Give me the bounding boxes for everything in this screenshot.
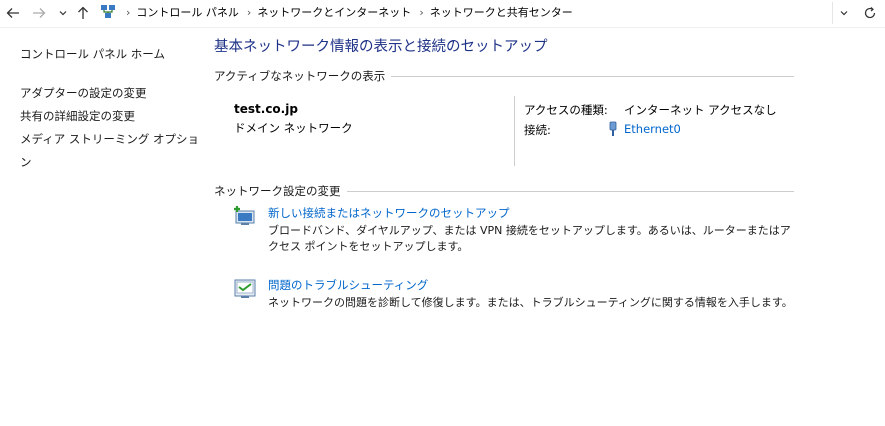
address-dropdown-button[interactable]: [832, 2, 855, 24]
address-bar: › コントロール パネル › ネットワークとインターネット › ネットワークと共…: [0, 0, 885, 28]
refresh-button[interactable]: [858, 2, 882, 24]
breadcrumb-sharing-center[interactable]: ネットワークと共有センター: [430, 4, 573, 20]
connection-link-ethernet0[interactable]: Ethernet0: [624, 122, 681, 136]
back-button[interactable]: [4, 3, 22, 23]
sidebar-item-advanced-sharing[interactable]: 共有の詳細設定の変更: [20, 105, 205, 128]
connection-label: 接続:: [524, 123, 551, 137]
page-title: 基本ネットワーク情報の表示と接続のセットアップ: [214, 39, 548, 55]
sidebar-item-adapter-settings[interactable]: アダプターの設定の変更: [20, 82, 205, 105]
new-connection-icon: [234, 206, 255, 225]
arrow-right-icon: [33, 8, 46, 18]
breadcrumb-separator: ›: [246, 5, 252, 19]
troubleshoot-icon: [234, 279, 256, 298]
ethernet-icon: [609, 121, 617, 136]
network-name: test.co.jp: [234, 102, 298, 116]
arrow-up-icon: [78, 6, 88, 19]
refresh-icon: [864, 7, 876, 19]
breadcrumb-separator: ›: [126, 5, 131, 19]
recent-locations-button[interactable]: [56, 3, 70, 23]
network-type: ドメイン ネットワーク: [234, 121, 353, 135]
breadcrumb-separator: ›: [419, 5, 424, 19]
chevron-down-icon: [59, 11, 67, 16]
vertical-divider: [514, 96, 515, 166]
main-content: 基本ネットワーク情報の表示と接続のセットアップ アクティブなネットワークの表示 …: [214, 36, 794, 343]
chevron-down-icon: [840, 11, 848, 16]
access-type-label: アクセスの種類:: [524, 103, 608, 117]
task-new-connection: 新しい接続またはネットワークのセットアップ ブロードバンド、ダイヤルアップ、また…: [214, 203, 794, 275]
section-header-network-settings: ネットワーク設定の変更: [214, 183, 794, 199]
active-network-panel: test.co.jp ドメイン ネットワーク アクセスの種類: インターネット …: [214, 84, 794, 179]
sidebar: コントロール パネル ホーム アダプターの設定の変更 共有の詳細設定の変更 メデ…: [20, 46, 205, 169]
breadcrumb-network-internet[interactable]: ネットワークとインターネット: [257, 4, 411, 20]
network-center-icon: [101, 5, 115, 18]
up-button[interactable]: [74, 3, 92, 23]
sidebar-item-media-streaming[interactable]: メディア ストリーミング オプション: [20, 128, 205, 169]
sidebar-home-link[interactable]: コントロール パネル ホーム: [20, 46, 205, 63]
breadcrumb: › コントロール パネル › ネットワークとインターネット › ネットワークと共…: [100, 0, 573, 24]
breadcrumb-control-panel[interactable]: コントロール パネル: [136, 4, 239, 20]
new-connection-link[interactable]: 新しい接続またはネットワークのセットアップ: [268, 205, 510, 221]
section-header-active-networks: アクティブなネットワークの表示: [214, 68, 794, 84]
access-type-value: インターネット アクセスなし: [624, 103, 777, 117]
arrow-left-icon: [6, 8, 19, 18]
task-troubleshoot: 問題のトラブルシューティング ネットワークの問題を診断して修復します。または、ト…: [214, 275, 794, 343]
forward-button[interactable]: [30, 3, 48, 23]
new-connection-description: ブロードバンド、ダイヤルアップ、または VPN 接続をセットアップします。あるい…: [268, 224, 791, 253]
troubleshoot-link[interactable]: 問題のトラブルシューティング: [268, 277, 428, 293]
troubleshoot-description: ネットワークの問題を診断して修復します。または、トラブルシューティングに関する情…: [268, 296, 793, 309]
